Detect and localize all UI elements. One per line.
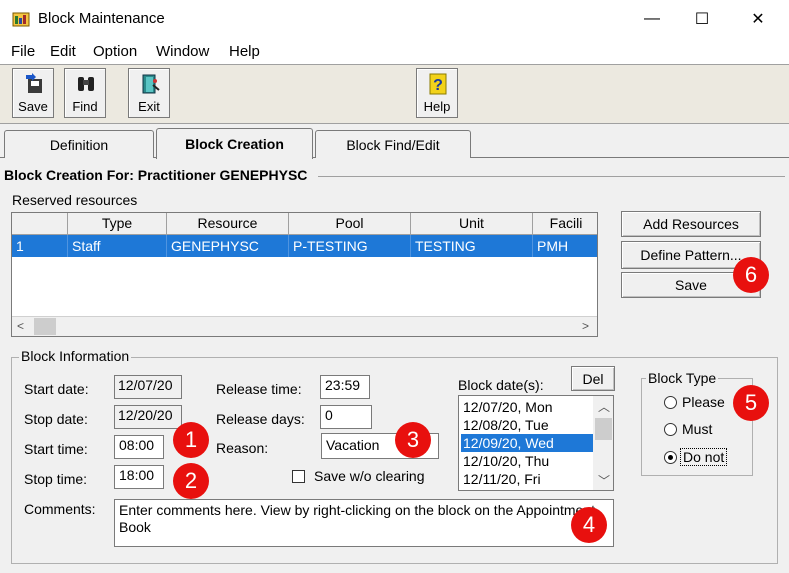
list-item[interactable]: 12/09/20, Wed [461, 434, 594, 452]
section-divider [318, 176, 785, 177]
list-item[interactable]: 12/10/20, Thu [461, 452, 594, 470]
menu-window[interactable]: Window [156, 43, 209, 60]
toolbar-save-button[interactable]: Save [12, 68, 54, 118]
cell-index: 1 [12, 235, 68, 257]
block-dates-label: Block date(s): [458, 377, 544, 393]
toolbar-exit-button[interactable]: Exit [128, 68, 170, 118]
release-days-label: Release days: [216, 411, 305, 427]
scroll-down-icon[interactable]: ﹀ [598, 472, 610, 489]
scroll-left-icon[interactable]: < [17, 319, 24, 333]
scroll-up-icon[interactable]: ︿ [598, 398, 610, 415]
release-time-label: Release time: [216, 381, 302, 397]
delete-date-label: Del [582, 370, 604, 387]
menu-file[interactable]: File [11, 43, 35, 60]
toolbar-find-button[interactable]: Find [64, 68, 106, 118]
tab-definition[interactable]: Definition [4, 130, 154, 158]
add-resources-button[interactable]: Add Resources [621, 211, 761, 237]
start-date-label: Start date: [24, 381, 89, 397]
toolbar-help-button[interactable]: ? Help [416, 68, 458, 118]
tab-block-find-edit[interactable]: Block Find/Edit [315, 130, 471, 158]
scroll-right-icon[interactable]: > [582, 319, 589, 333]
menu-help[interactable]: Help [229, 43, 260, 60]
annotation-badge-6: 6 [733, 257, 769, 293]
toolbar-help-label: Help [423, 99, 451, 114]
window-title: Block Maintenance [38, 10, 165, 27]
delete-date-button[interactable]: Del [571, 366, 615, 391]
comments-textarea[interactable]: Enter comments here. View by right-click… [114, 499, 614, 547]
stop-time-input[interactable]: 18:00 [114, 465, 164, 489]
stop-date-field: 12/20/20 [114, 405, 182, 429]
grid-header-type[interactable]: Type [68, 213, 167, 235]
table-row[interactable]: 1 Staff GENEPHYSC P-TESTING TESTING PMH [12, 235, 597, 257]
comments-label: Comments: [24, 501, 96, 517]
grid-header-pool[interactable]: Pool [289, 213, 411, 235]
annotation-badge-2: 2 [173, 463, 209, 499]
stop-time-label: Stop time: [24, 471, 88, 487]
menu-edit[interactable]: Edit [50, 43, 76, 60]
help-icon: ? [429, 73, 447, 95]
annotation-badge-5: 5 [733, 385, 769, 421]
horizontal-scroll-thumb[interactable] [34, 318, 56, 335]
menu-option[interactable]: Option [93, 43, 137, 60]
reserved-resources-label: Reserved resources [12, 192, 138, 208]
list-item[interactable]: 12/07/20, Mon [461, 398, 594, 416]
minimize-button[interactable]: — [629, 0, 675, 38]
maximize-button[interactable]: ☐ [679, 0, 725, 38]
reason-label: Reason: [216, 440, 269, 456]
release-time-input[interactable]: 23:59 [320, 375, 370, 399]
block-dates-listbox[interactable]: 12/07/20, Mon 12/08/20, Tue 12/09/20, We… [458, 395, 614, 491]
section-title: Block Creation For: Practitioner GENEPHY… [4, 167, 308, 183]
save-wo-clearing-checkbox[interactable] [292, 470, 305, 483]
cell-type: Staff [68, 235, 167, 257]
toolbar-exit-label: Exit [138, 99, 160, 114]
toolbar [0, 64, 789, 124]
save-wo-clearing-label: Save w/o clearing [314, 468, 425, 484]
radio-do-not-label: Do not [680, 448, 728, 466]
vertical-scroll-thumb[interactable] [595, 418, 612, 440]
binoculars-icon [78, 77, 94, 91]
tab-block-creation[interactable]: Block Creation [156, 128, 313, 159]
annotation-badge-3: 3 [395, 422, 431, 458]
release-days-input[interactable]: 0 [320, 405, 372, 429]
cell-unit: TESTING [411, 235, 533, 257]
annotation-badge-4: 4 [571, 507, 607, 543]
svg-text:?: ? [433, 77, 443, 94]
radio-must-label: Must [682, 421, 713, 437]
list-item[interactable]: 12/11/20, Fri [461, 470, 594, 488]
toolbar-find-label: Find [72, 99, 98, 114]
grid-header-unit[interactable]: Unit [411, 213, 533, 235]
toolbar-save-label: Save [18, 99, 48, 114]
radio-please[interactable] [664, 396, 677, 409]
block-information-legend: Block Information [19, 348, 132, 364]
stop-date-label: Stop date: [24, 411, 88, 427]
start-date-field: 12/07/20 [114, 375, 182, 399]
app-icon [12, 12, 30, 27]
list-item[interactable]: 12/08/20, Tue [461, 416, 594, 434]
annotation-badge-1: 1 [173, 422, 209, 458]
block-type-legend: Block Type [646, 370, 719, 386]
horizontal-scrollbar[interactable] [12, 316, 597, 336]
radio-do-not[interactable] [664, 451, 677, 464]
cell-pool: P-TESTING [289, 235, 411, 257]
close-button[interactable]: ✕ [735, 0, 781, 38]
add-resources-label: Add Resources [643, 216, 739, 232]
start-time-input[interactable]: 08:00 [114, 435, 164, 459]
grid-header-index [12, 213, 68, 235]
radio-please-label: Please [682, 394, 725, 410]
grid-header-facility[interactable]: Facili [533, 213, 597, 235]
cell-facility: PMH [537, 238, 569, 254]
radio-must[interactable] [664, 423, 677, 436]
save-icon [26, 73, 42, 93]
save-label: Save [675, 277, 707, 293]
start-time-label: Start time: [24, 441, 88, 457]
cell-resource: GENEPHYSC [167, 235, 289, 257]
grid-header-resource[interactable]: Resource [167, 213, 289, 235]
exit-door-icon [142, 74, 160, 94]
define-pattern-label: Define Pattern... [640, 247, 742, 263]
